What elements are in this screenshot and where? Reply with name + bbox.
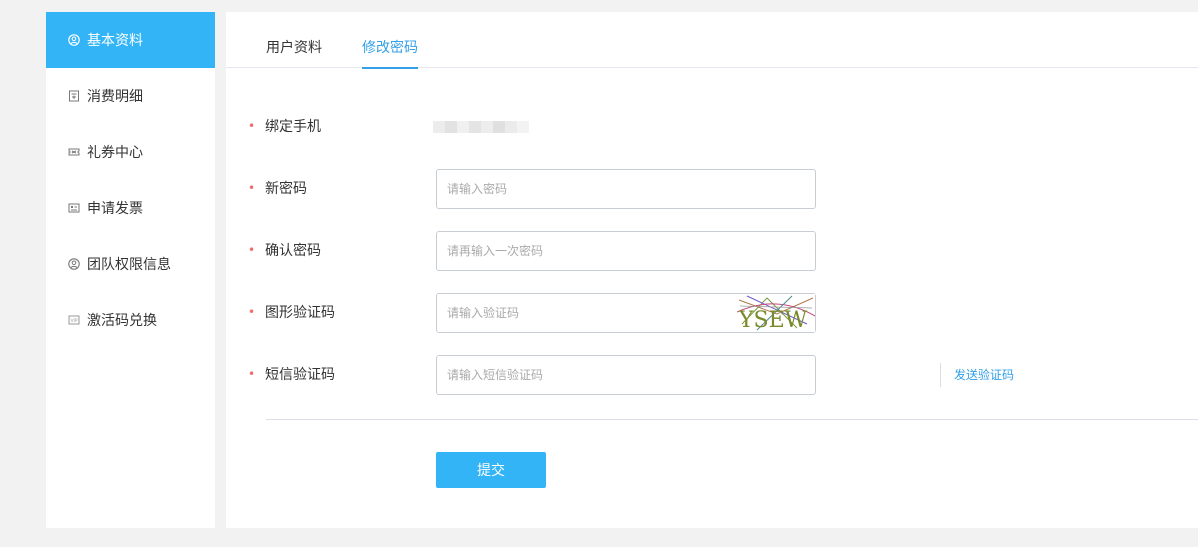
confirm-password-label: 确认密码 — [265, 243, 321, 259]
receipt-icon — [67, 89, 81, 103]
sidebar-item-consumption[interactable]: 消费明细 — [46, 68, 215, 124]
bind-phone-row: • 绑定手机 — [226, 107, 1198, 147]
tab-bar: 用户资料 修改密码 — [226, 12, 1198, 69]
confirm-password-input[interactable] — [436, 231, 816, 271]
sidebar: 基本资料 消费明细 礼券中心 申请发票 团队权限信息 VIP 激活码兑换 — [46, 12, 215, 528]
code-icon: VIP — [67, 313, 81, 327]
sidebar-item-coupons[interactable]: 礼券中心 — [46, 124, 215, 180]
new-password-input[interactable] — [436, 169, 816, 209]
svg-text:VIP: VIP — [70, 318, 77, 324]
ticket-icon — [67, 145, 81, 159]
sidebar-item-label: 消费明细 — [87, 89, 143, 105]
captcha-label: 图形验证码 — [265, 305, 335, 321]
sidebar-item-basic-info[interactable]: 基本资料 — [46, 12, 215, 68]
sidebar-item-label: 激活码兑换 — [87, 313, 157, 329]
captcha-row: • 图形验证码 YSEW — [226, 293, 1198, 333]
user-circle-icon — [67, 33, 81, 47]
main-panel: 用户资料 修改密码 • 绑定手机 • 新密码 • 确认密码 • 图形验证码 请输… — [226, 12, 1198, 528]
required-mark: • — [248, 367, 256, 381]
required-mark: • — [248, 243, 256, 257]
required-mark: • — [248, 181, 256, 195]
new-password-row: • 新密码 — [226, 169, 1198, 209]
sidebar-item-label: 礼券中心 — [87, 145, 143, 161]
user-circle-icon — [67, 257, 81, 271]
required-mark: • — [248, 119, 256, 133]
required-mark: • — [248, 305, 256, 319]
confirm-password-row: • 确认密码 — [226, 231, 1198, 271]
sms-code-input[interactable] — [436, 355, 816, 395]
sidebar-item-label: 申请发票 — [87, 201, 143, 217]
sidebar-item-label: 团队权限信息 — [87, 257, 171, 273]
sms-divider — [940, 363, 941, 387]
send-sms-code-button[interactable]: 发送验证码 — [942, 355, 1026, 395]
captcha-text: YSEW — [738, 308, 808, 332]
sms-code-row: • 短信验证码 发送验证码 — [226, 355, 1198, 395]
sidebar-item-invoice[interactable]: 申请发票 — [46, 180, 215, 236]
new-password-label: 新密码 — [265, 181, 307, 197]
captcha-image[interactable]: YSEW — [736, 294, 816, 333]
sidebar-item-label: 基本资料 — [87, 33, 143, 49]
tab-change-password[interactable]: 修改密码 — [362, 12, 418, 69]
invoice-icon — [67, 201, 81, 215]
tab-user-profile[interactable]: 用户资料 — [266, 12, 322, 68]
form-divider — [266, 419, 1198, 420]
sidebar-item-activation-code[interactable]: VIP 激活码兑换 — [46, 292, 215, 348]
masked-phone-number — [433, 121, 529, 133]
bind-phone-label: 绑定手机 — [265, 119, 321, 135]
submit-button[interactable]: 提交 — [436, 452, 546, 488]
sms-code-label: 短信验证码 — [265, 367, 335, 383]
sidebar-item-team-permissions[interactable]: 团队权限信息 — [46, 236, 215, 292]
